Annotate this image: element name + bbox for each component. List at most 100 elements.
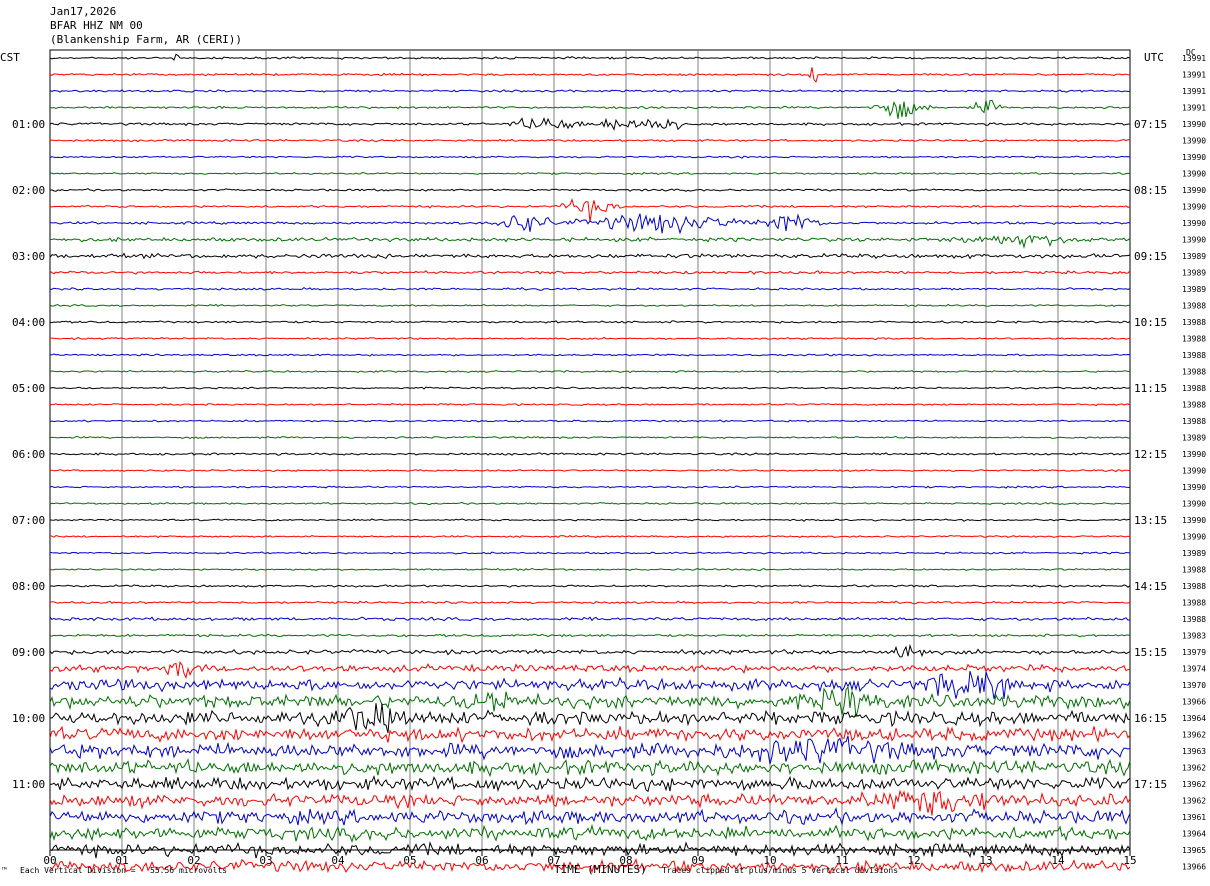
seismic-trace [50,775,1131,793]
seismic-trace [49,567,1131,572]
dc-offset-label: 13990 [1182,236,1206,245]
left-hour-label: 08:00 [12,580,45,593]
seismic-trace [49,469,1131,473]
seismic-trace [49,369,1131,374]
dc-offset-label: 13990 [1182,186,1206,195]
right-hour-label: 17:15 [1134,778,1167,791]
seismic-trace [49,270,1131,275]
seismic-trace [49,789,1131,816]
seismic-trace [49,117,1131,131]
seismic-trace [49,286,1131,291]
dc-offset-label: 13966 [1182,698,1206,707]
dc-offset-label: 13966 [1182,863,1206,872]
clip-note: Traces clipped at plus/minus 5 vertical … [662,866,899,875]
left-hour-label: 07:00 [12,514,45,527]
dc-offset-label: 13989 [1182,252,1206,261]
seismic-trace [49,138,1131,143]
seismic-trace [49,67,1131,83]
seismic-trace [49,501,1130,506]
left-hour-label: 11:00 [12,778,45,791]
right-hour-label: 16:15 [1134,712,1167,725]
dc-offset-label: 13988 [1182,566,1206,575]
left-hour-label: 06:00 [12,448,45,461]
dc-offset-label: 13962 [1182,731,1206,740]
seismic-trace [49,320,1131,324]
left-hour-label: 05:00 [12,382,45,395]
seismic-trace [49,452,1131,456]
dc-offset-label: 13988 [1182,582,1206,591]
seismic-trace [49,99,1131,119]
right-hour-label: 13:15 [1134,514,1167,527]
dc-offset-label: 13988 [1182,417,1206,426]
dc-offset-label: 13988 [1182,401,1206,410]
seismic-trace [49,670,1131,700]
seismic-trace [49,188,1131,192]
seismogram-svg: 00 01 02 03 04 05 06 07 08 09 10 11 12 13 14 1501:00 07:… [12,49,1206,875]
dc-offset-label: 13963 [1182,747,1206,756]
seismic-trace [49,213,1131,235]
seismic-trace [49,171,1131,176]
seismic-trace [49,806,1131,826]
dc-offset-label: 13988 [1182,302,1206,311]
seismic-trace [49,643,1131,658]
dc-offset-label: 13988 [1182,615,1206,624]
dc-offset-label: 13990 [1182,219,1206,228]
seismic-trace [49,485,1131,489]
dc-offset-label: 13988 [1182,335,1206,344]
right-hour-label: 07:15 [1134,118,1167,131]
dc-offset-label: 13990 [1182,137,1206,146]
dc-offset-label: 13964 [1182,714,1206,723]
seismic-trace [49,252,1131,260]
left-hour-label: 01:00 [12,118,45,131]
seismic-trace [49,551,1131,555]
right-hour-label: 09:15 [1134,250,1167,263]
dc-offset-label: 13989 [1182,285,1206,294]
dc-offset-label: 13962 [1182,797,1206,806]
dc-offset-label: 13965 [1182,846,1206,855]
dc-offset-label: 13990 [1182,533,1206,542]
dc-offset-label: 13988 [1182,318,1206,327]
dc-offset-label: 13979 [1182,648,1206,657]
seismic-trace [49,303,1131,308]
dc-offset-label: 13991 [1182,104,1206,113]
seismic-trace [49,758,1131,778]
dc-offset-label: 13962 [1182,764,1206,773]
dc-offset-label: 13988 [1182,599,1206,608]
dc-offset-label: 13988 [1182,384,1206,393]
dc-offset-label: 13990 [1182,483,1206,492]
seismic-trace [49,661,1131,680]
dc-offset-label: 13990 [1182,500,1206,509]
seismic-trace [49,419,1131,423]
seismic-trace [49,234,1131,249]
seismic-trace [49,386,1131,390]
seismic-trace [49,336,1131,341]
seismic-trace [49,823,1131,843]
dc-offset-label: 13961 [1182,813,1206,822]
left-hour-label: 02:00 [12,184,45,197]
x-tick-label: 12 [907,854,920,867]
left-hour-label: 09:00 [12,646,45,659]
dc-offset-label: 13989 [1182,549,1206,558]
dc-offset-label: 13989 [1182,269,1206,278]
left-hour-label: 10:00 [12,712,45,725]
seismic-trace [49,353,1131,357]
seismic-trace [49,735,1131,765]
dc-offset-label: 13991 [1182,87,1206,96]
x-axis-title: TIME (MINUTES) [554,863,647,876]
dc-offset-label: 13974 [1182,665,1206,674]
dc-offset-label: 13962 [1182,780,1206,789]
dc-offset-label: 13970 [1182,681,1206,690]
x-tick-label: 13 [979,854,992,867]
seismic-trace [49,725,1131,744]
dc-offset-label: 13991 [1182,54,1206,63]
dc-offset-label: 13990 [1182,120,1206,129]
corner-mark: ™ [2,866,7,875]
vertical-scale-note: Each Vertical Division = 55.56 microvolt… [20,866,228,875]
plot-frame [49,49,1131,851]
dc-offset-label: 13990 [1182,516,1206,525]
seismic-trace [49,89,1131,93]
right-hour-label: 11:15 [1134,382,1167,395]
right-hour-label: 14:15 [1134,580,1167,593]
left-hour-label: 04:00 [12,316,45,329]
dc-offset-label: 13964 [1182,830,1206,839]
